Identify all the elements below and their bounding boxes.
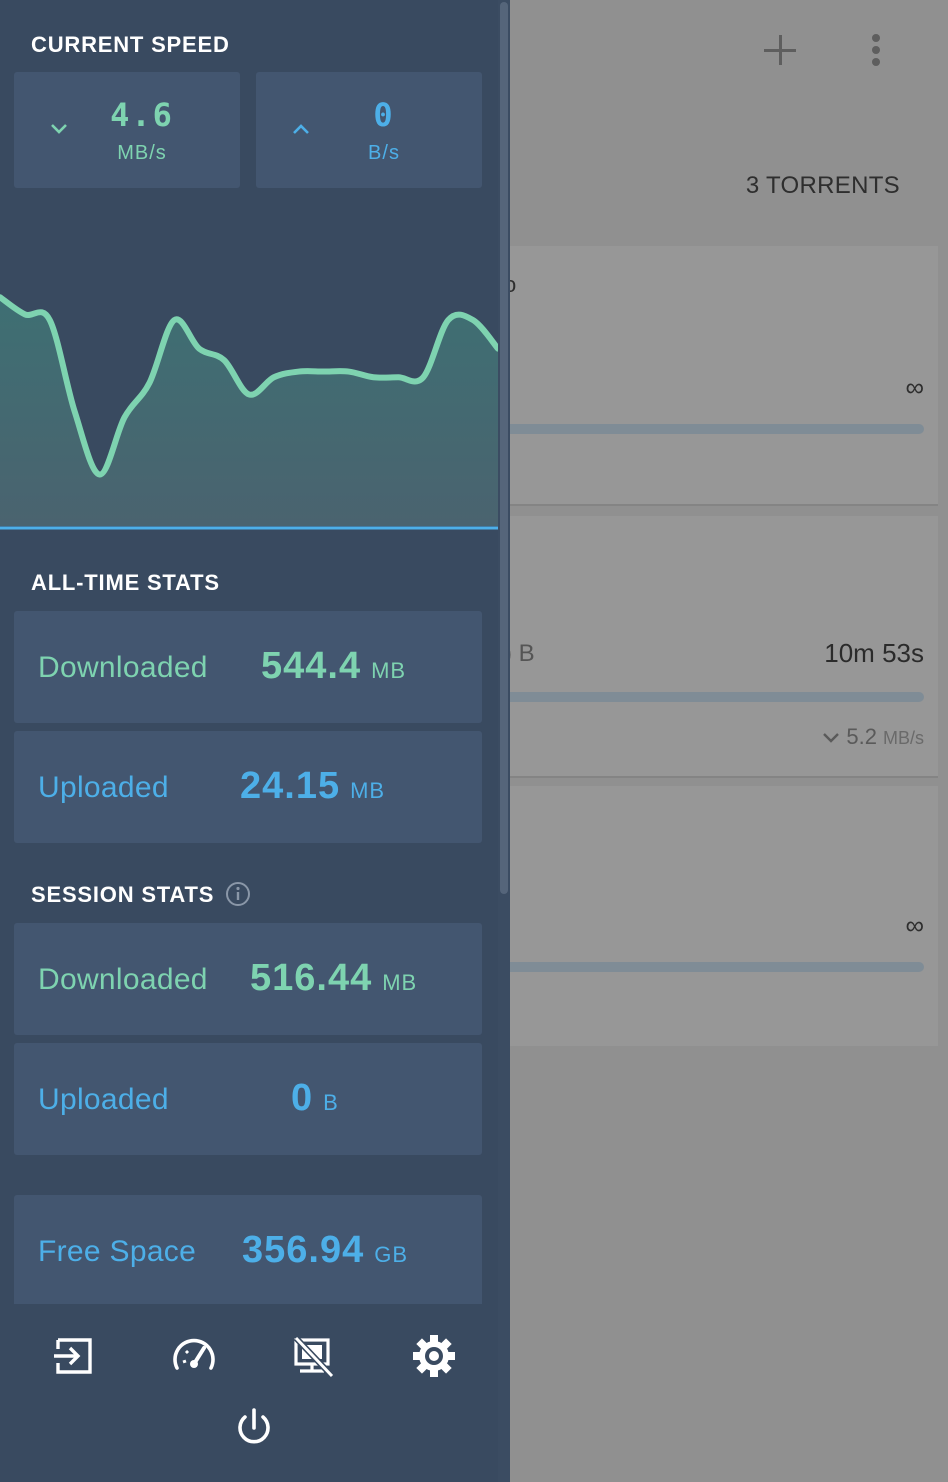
settings-icon[interactable]	[410, 1332, 458, 1380]
download-speed-value: 4.6	[110, 96, 174, 134]
all-time-downloaded-label: Downloaded	[38, 651, 208, 684]
torrent-download-rate-unit: MB/s	[882, 728, 924, 748]
all-time-uploaded-label: Uploaded	[38, 771, 169, 804]
session-stats-title: SESSION STATS	[31, 882, 215, 907]
session-uploaded-label: Uploaded	[38, 1083, 169, 1116]
free-space-value: 356.94 GB	[242, 1229, 408, 1272]
torrent-card[interactable]: ∞	[490, 786, 938, 1046]
info-icon[interactable]	[225, 881, 251, 907]
free-space-label: Free Space	[38, 1235, 197, 1268]
all-time-uploaded-box: Uploaded 24.15 MB	[14, 731, 482, 843]
session-downloaded-unit: MB	[382, 970, 418, 995]
remote-off-icon[interactable]	[290, 1332, 338, 1380]
all-time-uploaded-number: 24.15	[240, 765, 341, 807]
all-time-downloaded-box: Downloaded 544.4 MB	[14, 611, 482, 723]
torrent-ratio: ∞	[905, 910, 924, 940]
free-space-box: Free Space 356.94 GB	[14, 1195, 482, 1313]
power-icon[interactable]	[230, 1404, 278, 1452]
chevron-down-icon	[51, 124, 67, 134]
torrent-progress-bar	[502, 962, 924, 972]
more-vertical-icon[interactable]	[866, 32, 886, 72]
torrent-download-rate-value: 5.2	[846, 724, 877, 749]
upload-speed-box: 0 B/s	[256, 72, 482, 188]
torrent-progress-bar	[502, 692, 924, 702]
torrent-download-rate: 5.2 MB/s	[822, 724, 924, 750]
all-time-downloaded-number: 544.4	[261, 645, 362, 687]
torrent-card[interactable]: o ∞	[490, 246, 938, 506]
logout-icon[interactable]	[50, 1332, 98, 1380]
torrent-ratio: ∞	[905, 372, 924, 402]
all-time-downloaded-unit: MB	[371, 658, 407, 683]
free-space-number: 356.94	[242, 1229, 365, 1271]
speed-history-chart	[0, 294, 498, 530]
stats-drawer: CURRENT SPEED 4.6 MB/s 0 B/s ALL-TIME ST…	[0, 0, 510, 1482]
chevron-up-icon	[293, 124, 309, 134]
session-downloaded-label: Downloaded	[38, 963, 208, 996]
drawer-action-bar	[0, 1304, 498, 1482]
session-uploaded-box: Uploaded 0 B	[14, 1043, 482, 1155]
session-downloaded-number: 516.44	[250, 957, 373, 999]
download-speed-unit: MB/s	[117, 142, 167, 164]
upload-speed-value: 0	[373, 96, 395, 134]
session-uploaded-unit: B	[323, 1090, 339, 1115]
torrent-count: 3 TORRENTS	[745, 172, 900, 199]
torrent-card[interactable]: ) B 10m 53s 5.2 MB/s	[490, 516, 938, 778]
drawer-scrollbar-thumb[interactable]	[500, 2, 508, 894]
all-time-uploaded-unit: MB	[350, 778, 386, 803]
session-uploaded-value: 0 B	[291, 1077, 339, 1120]
all-time-uploaded-value: 24.15 MB	[240, 765, 385, 808]
session-uploaded-number: 0	[291, 1077, 314, 1119]
free-space-unit: GB	[374, 1242, 409, 1267]
speedometer-icon[interactable]	[170, 1332, 218, 1380]
torrent-eta: 10m 53s	[824, 638, 924, 668]
session-downloaded-box: Downloaded 516.44 MB	[14, 923, 482, 1035]
plus-icon[interactable]	[760, 30, 800, 70]
torrent-progress-bar	[502, 424, 924, 434]
all-time-downloaded-value: 544.4 MB	[261, 645, 406, 688]
all-time-stats-title: ALL-TIME STATS	[31, 570, 220, 595]
session-downloaded-value: 516.44 MB	[250, 957, 417, 1000]
download-speed-box: 4.6 MB/s	[14, 72, 240, 188]
upload-speed-unit: B/s	[368, 142, 400, 164]
current-speed-title: CURRENT SPEED	[31, 32, 230, 57]
chevron-down-icon	[823, 733, 840, 743]
